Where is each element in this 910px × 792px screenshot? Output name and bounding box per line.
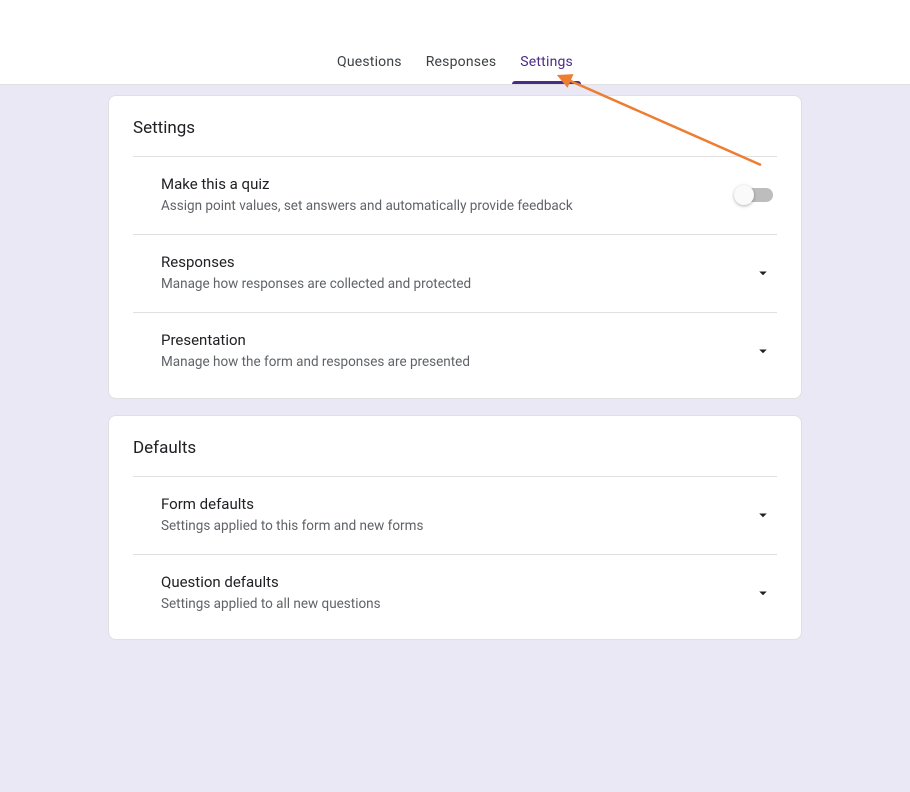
- presentation-title: Presentation: [161, 331, 753, 349]
- tab-settings[interactable]: Settings: [508, 54, 585, 84]
- make-quiz-desc: Assign point values, set answers and aut…: [161, 197, 737, 216]
- question-defaults-text: Question defaults Settings applied to al…: [161, 573, 753, 614]
- toggle-knob-icon: [734, 185, 754, 205]
- defaults-card-title: Defaults: [133, 438, 777, 476]
- make-quiz-text: Make this a quiz Assign point values, se…: [161, 175, 737, 216]
- form-defaults-text: Form defaults Settings applied to this f…: [161, 495, 753, 536]
- question-defaults-desc: Settings applied to all new questions: [161, 595, 753, 614]
- page-body: Settings Make this a quiz Assign point v…: [0, 84, 910, 792]
- presentation-desc: Manage how the form and responses are pr…: [161, 353, 753, 372]
- settings-card: Settings Make this a quiz Assign point v…: [108, 95, 802, 399]
- make-quiz-toggle[interactable]: [737, 188, 773, 202]
- chevron-down-icon: [753, 263, 773, 283]
- tabs-container: Questions Responses Settings: [325, 54, 585, 84]
- defaults-card: Defaults Form defaults Settings applied …: [108, 415, 802, 641]
- responses-desc: Manage how responses are collected and p…: [161, 275, 753, 294]
- settings-card-title: Settings: [133, 118, 777, 156]
- make-quiz-section: Make this a quiz Assign point values, se…: [133, 156, 777, 234]
- form-defaults-section[interactable]: Form defaults Settings applied to this f…: [133, 476, 777, 554]
- make-quiz-title: Make this a quiz: [161, 175, 737, 193]
- presentation-text: Presentation Manage how the form and res…: [161, 331, 753, 372]
- question-defaults-title: Question defaults: [161, 573, 753, 591]
- form-defaults-desc: Settings applied to this form and new fo…: [161, 517, 753, 536]
- question-defaults-section[interactable]: Question defaults Settings applied to al…: [133, 554, 777, 632]
- tab-responses[interactable]: Responses: [414, 54, 509, 84]
- responses-text: Responses Manage how responses are colle…: [161, 253, 753, 294]
- chevron-down-icon: [753, 341, 773, 361]
- chevron-down-icon: [753, 583, 773, 603]
- presentation-section[interactable]: Presentation Manage how the form and res…: [133, 312, 777, 390]
- form-defaults-title: Form defaults: [161, 495, 753, 513]
- top-tab-bar: Questions Responses Settings: [0, 0, 910, 84]
- responses-title: Responses: [161, 253, 753, 271]
- chevron-down-icon: [753, 505, 773, 525]
- tab-questions[interactable]: Questions: [325, 54, 414, 84]
- responses-section[interactable]: Responses Manage how responses are colle…: [133, 234, 777, 312]
